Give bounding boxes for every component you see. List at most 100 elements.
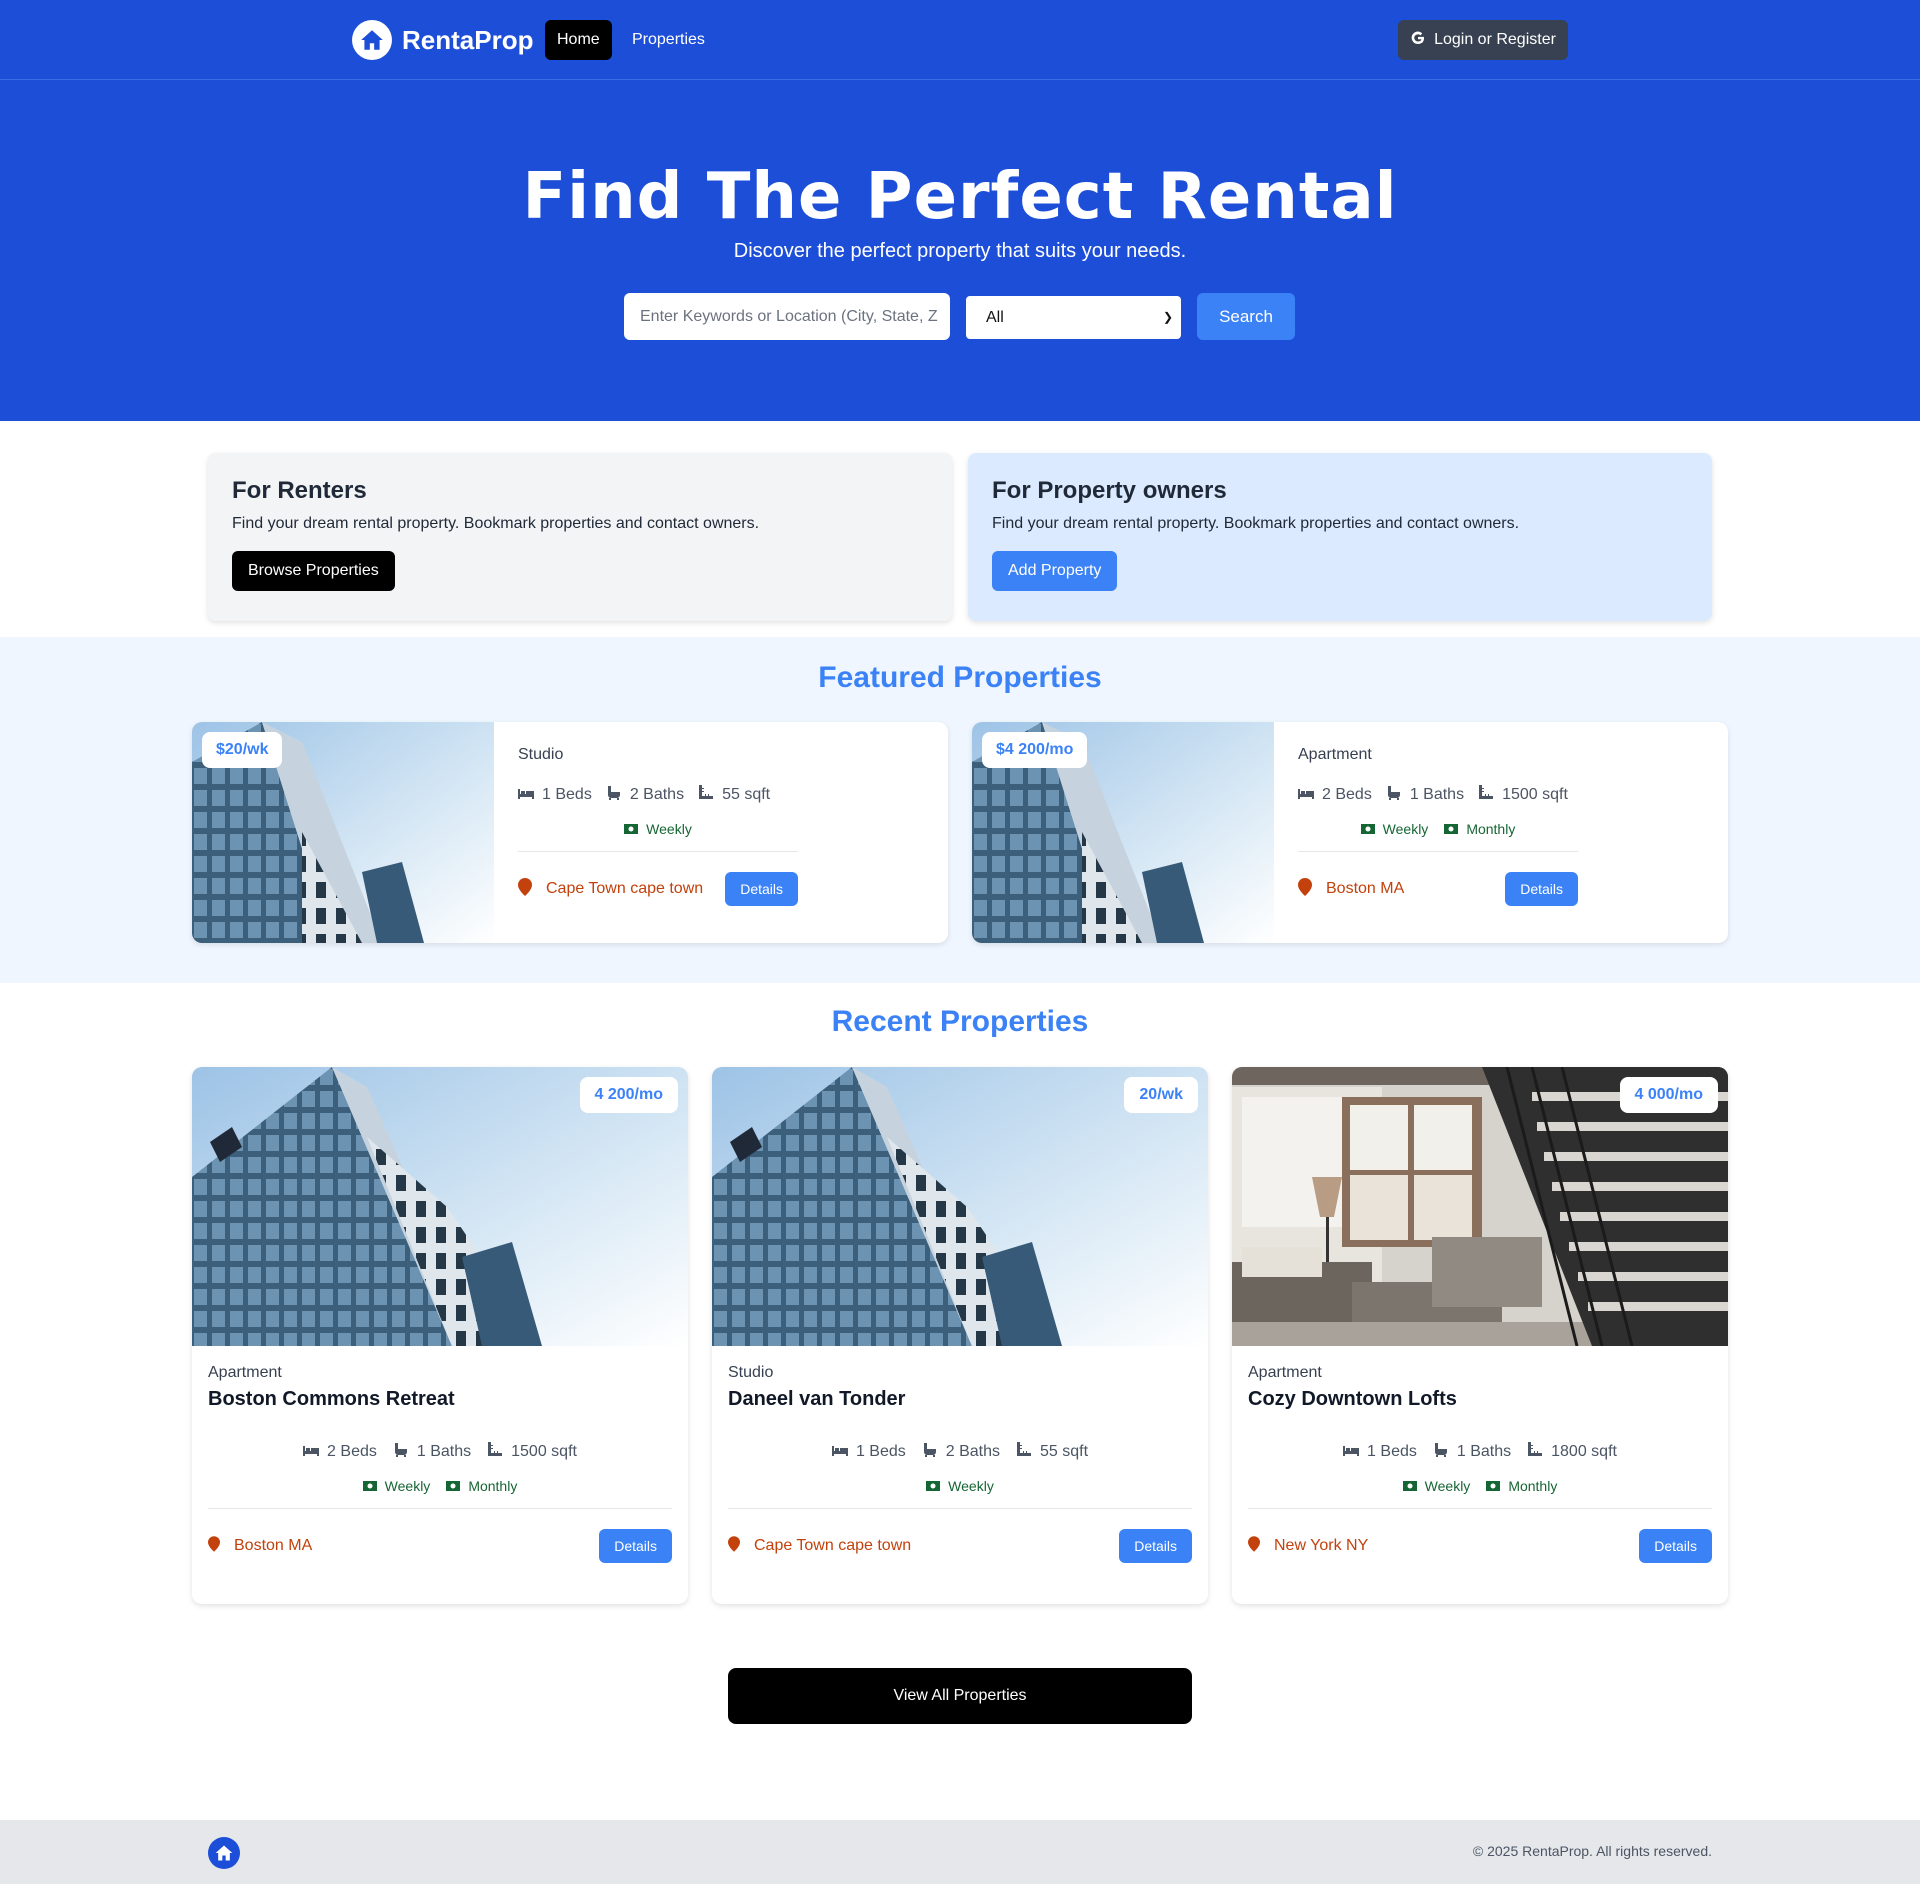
view-all-properties-button[interactable]: View All Properties [728, 1668, 1192, 1724]
featured-section: Featured Properties $20/wk Studio 1 Beds… [0, 637, 1920, 983]
price-badge: 4 200/mo [579, 1077, 678, 1113]
featured-card[interactable]: $4 200/mo Apartment 2 Beds 1 Baths 1500 … [972, 722, 1728, 943]
map-marker-icon [1248, 1535, 1260, 1557]
property-type: Apartment [1298, 746, 1372, 763]
baths-spec: 2 Baths [922, 1441, 1000, 1462]
location-row: New York NY Details [1248, 1529, 1712, 1563]
featured-title: Featured Properties [818, 661, 1102, 694]
money-icon [926, 1478, 941, 1494]
price-badge: 20/wk [1124, 1077, 1198, 1113]
brand-name: RentaProp [402, 24, 534, 55]
property-type: Apartment [208, 1364, 282, 1381]
recent-card-body: Apartment Boston Commons Retreat 2 Beds … [208, 1364, 672, 1563]
money-icon [1444, 821, 1459, 837]
location-row: Cape Town cape town Details [518, 872, 798, 906]
details-button[interactable]: Details [1505, 872, 1578, 906]
sqft-spec: 1500 sqft [1478, 784, 1568, 805]
money-icon [1360, 821, 1375, 837]
beds-spec: 2 Beds [1298, 786, 1372, 804]
brand-logo[interactable]: RentaProp [352, 20, 533, 60]
rate-weekly: Weekly [926, 1478, 994, 1494]
rate-weekly: Weekly [1360, 821, 1428, 837]
sqft-spec: 1500 sqft [487, 1441, 577, 1462]
bed-icon [1298, 786, 1314, 804]
details-button[interactable]: Details [725, 872, 798, 906]
divider [1298, 851, 1578, 852]
renters-text: Find your dream rental property. Bookmar… [232, 515, 760, 532]
rate-label: Weekly [646, 821, 692, 837]
money-icon [446, 1478, 461, 1494]
chevron-down-icon: ❯ [1162, 310, 1173, 324]
sqft-spec: 55 sqft [698, 784, 770, 805]
login-button[interactable]: Login or Register [1398, 20, 1568, 60]
recent-card[interactable]: 4 200/mo Apartment Boston Commons Retrea… [192, 1067, 688, 1604]
location-row: Cape Town cape town Details [728, 1529, 1192, 1563]
property-type: Apartment [1248, 1364, 1322, 1381]
sqft-value: 1500 sqft [1502, 785, 1568, 803]
bath-icon [393, 1441, 409, 1462]
sqft-spec: 55 sqft [1016, 1441, 1088, 1462]
location-label: Cape Town cape town [754, 1537, 912, 1554]
rate-weekly: Weekly [624, 821, 692, 837]
rate-types: Weekly Monthly [208, 1478, 672, 1494]
owners-text: Find your dream rental property. Bookmar… [992, 515, 1520, 532]
location: Cape Town cape town [518, 877, 704, 901]
recent-card-body: Apartment Cozy Downtown Lofts 1 Beds 1 B… [1248, 1364, 1712, 1563]
search-button[interactable]: Search [1197, 293, 1295, 340]
beds-value: 1 Beds [542, 785, 592, 803]
house-icon[interactable] [208, 1837, 240, 1869]
location: Boston MA [208, 1535, 312, 1557]
rate-weekly: Weekly [362, 1478, 431, 1494]
baths-value: 1 Baths [416, 1442, 472, 1460]
property-name: Cozy Downtown Lofts [1248, 1388, 1457, 1410]
rate-types: Weekly [728, 1478, 1192, 1494]
divider [1248, 1508, 1712, 1509]
recent-card[interactable]: 4 000/mo Apartment Cozy Downtown Lofts 1… [1232, 1067, 1728, 1604]
rate-label: Weekly [1424, 1478, 1471, 1494]
rate-label: Monthly [468, 1478, 518, 1494]
map-marker-icon [518, 877, 532, 901]
money-icon [624, 821, 639, 837]
location-label: Cape Town cape town [546, 880, 704, 897]
property-specs: 1 Beds 1 Baths 1800 sqft [1248, 1441, 1712, 1462]
rate-label: Weekly [384, 1478, 431, 1494]
hero-section: Find The Perfect Rental Discover the per… [0, 80, 1920, 421]
beds-spec: 1 Beds [831, 1441, 906, 1462]
add-property-button[interactable]: Add Property [992, 551, 1118, 591]
nav-home-link[interactable]: Home [545, 20, 612, 60]
map-marker-icon [1298, 877, 1312, 901]
sqft-spec: 1800 sqft [1527, 1441, 1617, 1462]
beds-value: 2 Beds [1322, 785, 1372, 803]
recent-title: Recent Properties [831, 1005, 1089, 1038]
beds-value: 1 Beds [1367, 1442, 1417, 1460]
baths-value: 2 Baths [945, 1442, 1001, 1460]
bed-icon [303, 1443, 320, 1461]
beds-value: 1 Beds [855, 1442, 906, 1460]
google-icon [1410, 30, 1426, 51]
footer: © 2025 RentaProp. All rights reserved. [0, 1820, 1920, 1884]
details-button[interactable]: Details [1119, 1529, 1192, 1563]
property-type-select[interactable]: All ❯ [966, 296, 1181, 339]
details-button[interactable]: Details [1639, 1529, 1712, 1563]
baths-value: 1 Baths [1456, 1442, 1512, 1460]
ruler-icon [487, 1441, 503, 1462]
bath-icon [1433, 1441, 1449, 1462]
featured-card[interactable]: $20/wk Studio 1 Beds 2 Baths 55 sqft Wee… [192, 722, 948, 943]
ruler-icon [1016, 1441, 1032, 1462]
money-icon [1402, 1478, 1417, 1494]
sqft-value: 55 sqft [722, 785, 771, 803]
renters-title: For Renters [232, 477, 367, 504]
sqft-value: 1500 sqft [511, 1442, 577, 1460]
details-button[interactable]: Details [599, 1529, 672, 1563]
ruler-icon [1527, 1441, 1543, 1462]
search-input[interactable]: Enter Keywords or Location (City, State,… [624, 293, 950, 340]
bath-icon [1386, 784, 1402, 805]
featured-card-body: Studio 1 Beds 2 Baths 55 sqft Weekly Cap… [518, 746, 798, 906]
hero-subtitle: Discover the perfect property that suits… [733, 240, 1187, 262]
property-specs: 1 Beds 2 Baths 55 sqft [728, 1441, 1192, 1462]
recent-card[interactable]: 20/wk Studio Daneel van Tonder 1 Beds 2 … [712, 1067, 1208, 1604]
rate-weekly: Weekly [1402, 1478, 1471, 1494]
browse-properties-button[interactable]: Browse Properties [232, 551, 395, 591]
rate-label: Weekly [948, 1478, 994, 1494]
nav-properties-link[interactable]: Properties [620, 20, 717, 60]
